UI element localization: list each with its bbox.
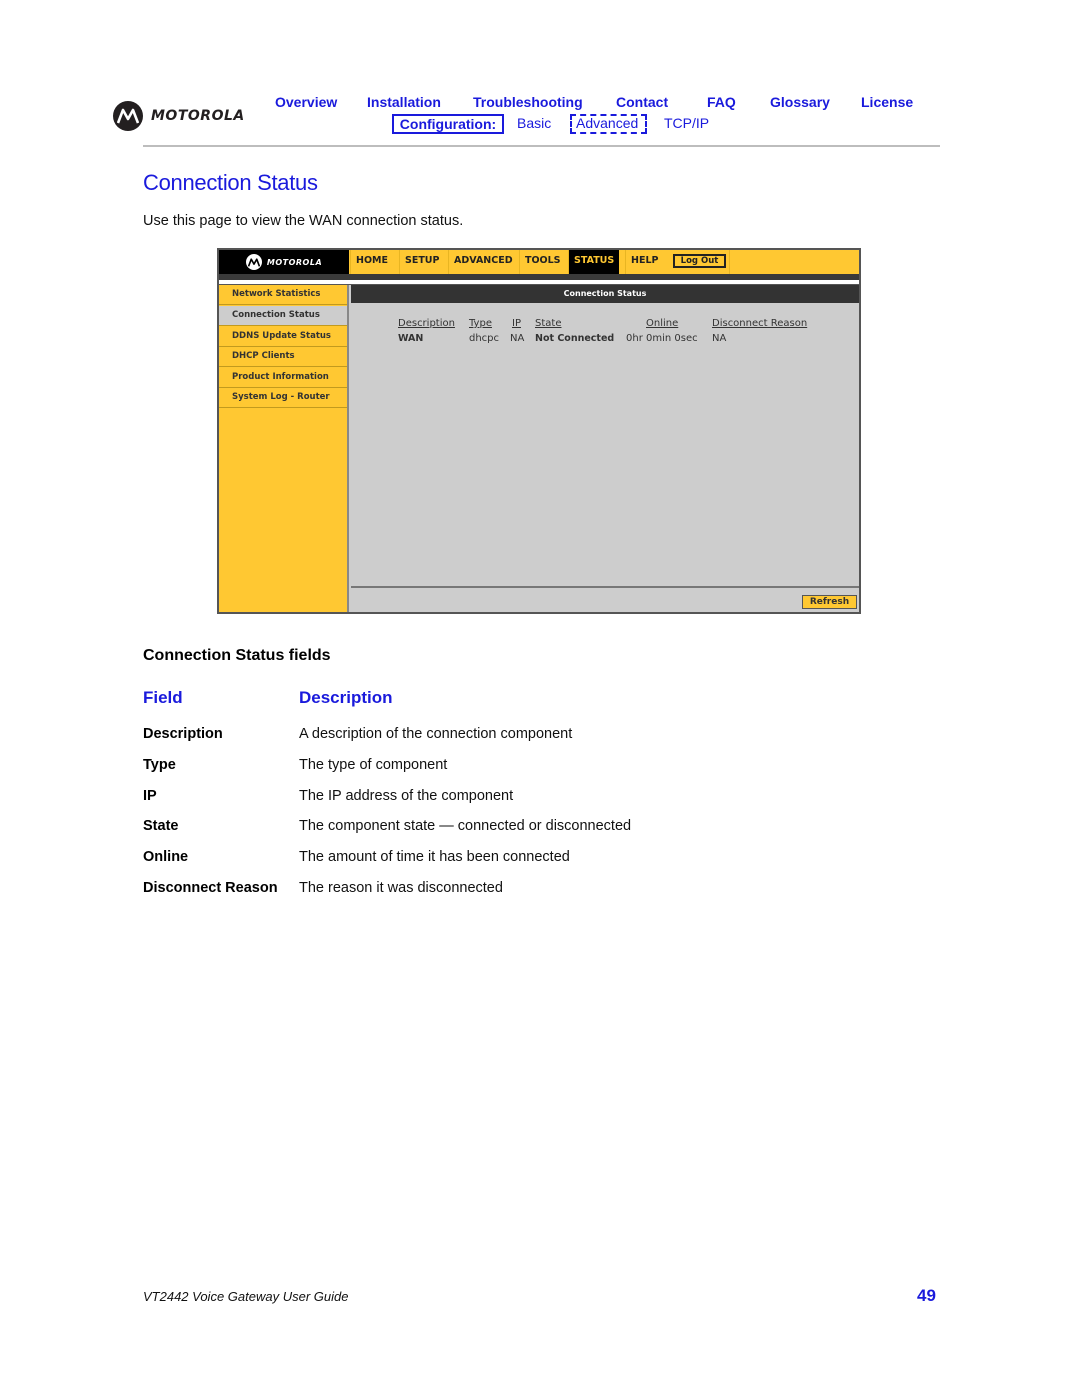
fields-col-header-description: Description <box>299 688 393 707</box>
header-divider <box>143 145 940 147</box>
nav-overview[interactable]: Overview <box>275 94 337 110</box>
field-name: State <box>143 818 179 834</box>
nav-troubleshooting[interactable]: Troubleshooting <box>473 94 583 110</box>
field-description: The component state — connected or disco… <box>299 818 632 834</box>
field-description: The amount of time it has been connected <box>299 849 570 865</box>
router-col-state: State <box>535 318 562 329</box>
router-cell-online: 0hr 0min 0sec <box>626 333 698 344</box>
subnav-advanced[interactable]: Advanced <box>576 115 638 131</box>
sub-nav: Configuration: Basic Advanced TCP/IP <box>0 113 1080 135</box>
fields-col-header-field: Field <box>143 688 183 707</box>
page-title: Connection Status <box>143 170 318 195</box>
field-row: IP The IP address of the component <box>143 788 943 808</box>
field-description: A description of the connection componen… <box>299 726 573 742</box>
field-row: Online The amount of time it has been co… <box>143 849 943 869</box>
router-col-disconnect-reason: Disconnect Reason <box>712 318 808 329</box>
field-row: Disconnect Reason The reason it was disc… <box>143 880 943 900</box>
field-row: Description A description of the connect… <box>143 726 943 746</box>
fields-section-heading: Connection Status fields <box>143 647 331 664</box>
configuration-label: Configuration: <box>392 114 504 134</box>
page-number: 49 <box>917 1286 936 1305</box>
field-row: Type The type of component <box>143 757 943 777</box>
nav-contact[interactable]: Contact <box>616 94 668 110</box>
nav-installation[interactable]: Installation <box>367 94 441 110</box>
router-sidebar-ddns-update-status[interactable]: DDNS Update Status <box>219 327 347 347</box>
router-cell-type: dhcpc <box>469 333 500 344</box>
router-sidebar: Network Statistics Connection Status DDN… <box>219 285 349 612</box>
router-tab-help[interactable]: HELP <box>625 250 663 274</box>
router-col-description: Description <box>398 318 455 329</box>
router-logout-button[interactable]: Log Out <box>673 254 726 268</box>
router-cell-state: Not Connected <box>535 333 615 344</box>
router-tab-tools[interactable]: TOOLS <box>519 250 566 274</box>
router-col-type: Type <box>469 318 492 329</box>
router-tab-status[interactable]: STATUS <box>568 250 620 274</box>
router-sidebar-connection-status[interactable]: Connection Status <box>219 306 347 326</box>
router-section-title: Connection Status <box>351 285 859 303</box>
router-cell-ip: NA <box>510 333 525 344</box>
router-sidebar-product-information[interactable]: Product Information <box>219 368 347 388</box>
field-name: Description <box>143 726 223 742</box>
subnav-tcpip[interactable]: TCP/IP <box>664 115 709 131</box>
router-cell-disconnect-reason: NA <box>712 333 727 344</box>
router-refresh-button[interactable]: Refresh <box>802 595 857 609</box>
router-sidebar-network-statistics[interactable]: Network Statistics <box>219 285 347 305</box>
router-col-ip: IP <box>512 318 521 329</box>
router-sidebar-dhcp-clients[interactable]: DHCP Clients <box>219 347 347 367</box>
router-ui-screenshot: MOTOROLA HOME SETUP ADVANCED TOOLS STATU… <box>217 248 861 614</box>
guide-title-footer: VT2442 Voice Gateway User Guide <box>143 1289 349 1304</box>
field-description: The IP address of the component <box>299 788 514 804</box>
nav-glossary[interactable]: Glossary <box>770 94 830 110</box>
nav-faq[interactable]: FAQ <box>707 94 736 110</box>
router-top-bar: MOTOROLA HOME SETUP ADVANCED TOOLS STATU… <box>219 250 859 274</box>
field-description: The type of component <box>299 757 448 773</box>
field-name: IP <box>143 788 157 804</box>
router-brand-wordmark: MOTOROLA <box>266 257 323 267</box>
router-col-online: Online <box>646 318 679 329</box>
field-name: Disconnect Reason <box>143 880 278 896</box>
motorola-batwing-icon <box>245 254 262 270</box>
router-cell-description: WAN <box>398 333 424 344</box>
router-tab-advanced[interactable]: ADVANCED <box>448 250 518 274</box>
router-logo: MOTOROLA <box>219 250 349 274</box>
field-name: Type <box>143 757 176 773</box>
field-description: The reason it was disconnected <box>299 880 503 896</box>
router-footer-bar: Refresh <box>351 590 859 612</box>
subnav-basic[interactable]: Basic <box>517 115 551 131</box>
router-tab-setup[interactable]: SETUP <box>399 250 445 274</box>
intro-text: Use this page to view the WAN connection… <box>143 213 464 229</box>
tab-divider <box>729 250 730 274</box>
router-sidebar-system-log-router[interactable]: System Log - Router <box>219 388 347 408</box>
router-tab-home[interactable]: HOME <box>350 250 393 274</box>
field-name: Online <box>143 849 189 865</box>
router-status-table: Description Type IP State Online Disconn… <box>351 303 859 588</box>
nav-license[interactable]: License <box>861 94 913 110</box>
top-nav: Overview Installation Troubleshooting Co… <box>0 94 1080 112</box>
field-row: State The component state — connected or… <box>143 818 943 838</box>
